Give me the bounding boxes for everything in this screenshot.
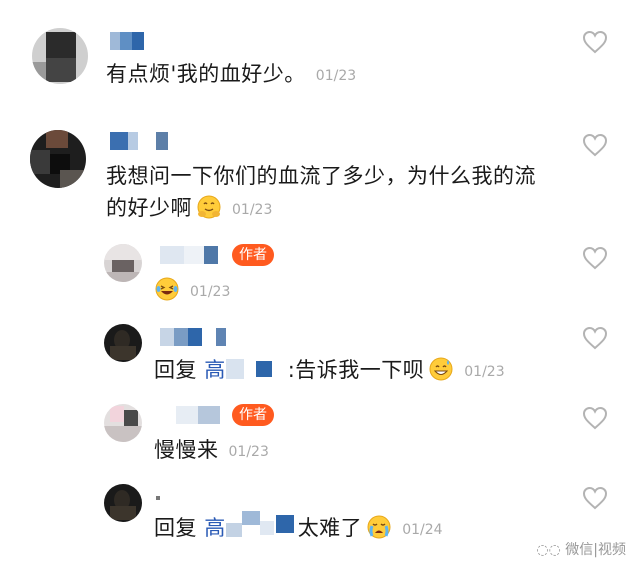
comment-text: 回复 高 太难了 01/24 [154, 511, 443, 546]
heart-outline-icon[interactable] [582, 406, 608, 430]
crying-emoji-icon [367, 515, 391, 539]
heart-outline-icon[interactable] [582, 486, 608, 510]
comment-text: 01/23 [154, 274, 230, 308]
heart-outline-icon[interactable] [582, 326, 608, 350]
comment-date: 01/23 [232, 202, 273, 218]
comment-date: 01/24 [402, 522, 443, 538]
username-obscured[interactable] [110, 132, 172, 150]
watermark: ◌◌ 微信|视频 [536, 542, 626, 558]
avatar[interactable] [104, 404, 142, 442]
author-badge: 作者 [232, 404, 274, 426]
hug-emoji-icon [197, 195, 221, 219]
heart-outline-icon[interactable] [582, 246, 608, 270]
username-obscured[interactable] [160, 328, 226, 346]
username-obscured[interactable] [110, 32, 144, 50]
mention-username[interactable]: 高 [204, 516, 226, 540]
comment-text: 我想问一下你们的血流了多少，为什么我的流的好少啊 01/23 [106, 164, 536, 220]
reply-prefix: 回复 [154, 358, 197, 382]
author-badge: 作者 [232, 244, 274, 266]
laugh-emoji-icon [155, 277, 179, 301]
reply-prefix: 回复 [154, 516, 197, 540]
avatar[interactable] [30, 130, 86, 188]
comment-text: 有点烦'我的血好少。 01/23 [106, 62, 357, 86]
sweat-smile-emoji-icon [429, 357, 453, 381]
comment-date: 01/23 [228, 444, 269, 460]
heart-outline-icon[interactable] [582, 133, 608, 157]
username-obscured[interactable] [160, 246, 218, 264]
username-obscured[interactable] [156, 490, 164, 508]
mention-obscured [225, 511, 298, 537]
mention-obscured [225, 359, 288, 379]
comment-text: 慢慢来 01/23 [154, 438, 269, 462]
avatar[interactable] [32, 28, 88, 84]
avatar[interactable] [104, 244, 142, 282]
heart-outline-icon[interactable] [582, 30, 608, 54]
wechat-logo-icon: ◌◌ [536, 542, 566, 558]
comment-text: 回复 高 :告诉我一下呗 01/23 [154, 357, 505, 382]
avatar[interactable] [104, 484, 142, 522]
comment-date: 01/23 [315, 68, 357, 84]
mention-username[interactable]: 高 [204, 358, 226, 382]
username-obscured[interactable] [176, 406, 220, 424]
avatar[interactable] [104, 324, 142, 362]
comment-date: 01/23 [190, 284, 231, 300]
comment-date: 01/23 [464, 364, 505, 380]
